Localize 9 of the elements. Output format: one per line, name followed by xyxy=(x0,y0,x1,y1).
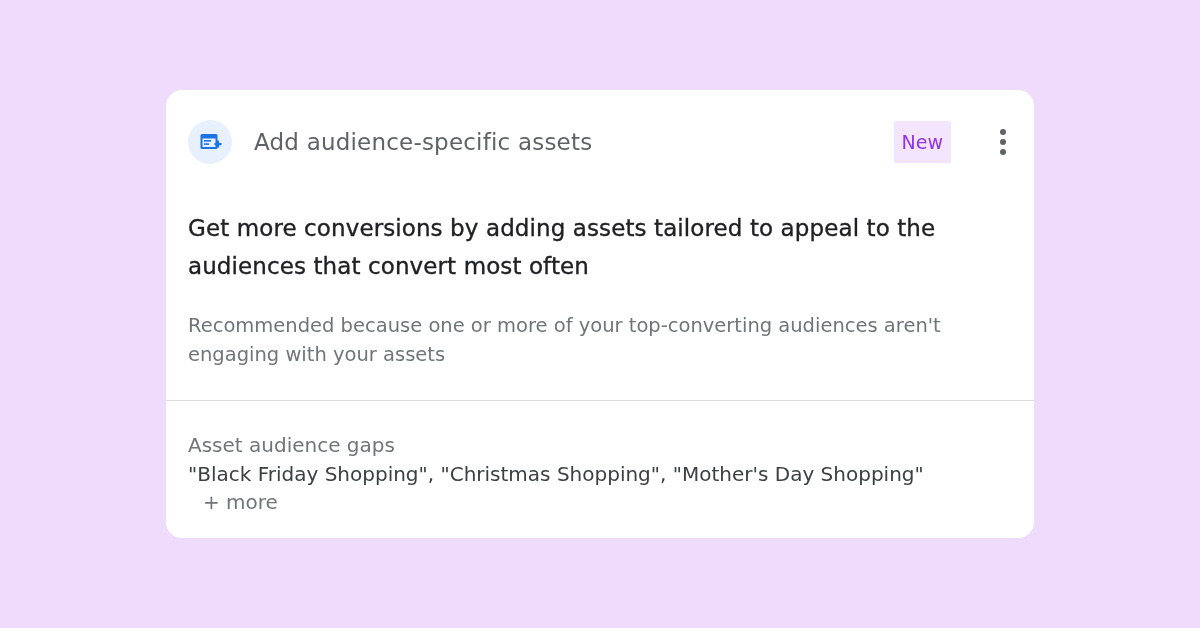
add-asset-icon xyxy=(188,120,232,164)
new-badge: New xyxy=(893,121,951,163)
more-vert-icon xyxy=(1000,129,1006,155)
card-title: Add audience-specific assets xyxy=(254,129,594,155)
details-label: Asset audience gaps xyxy=(188,432,396,459)
more-link[interactable]: + more xyxy=(203,490,278,514)
recommendation-headline: Get more conversions by adding assets tailored to appeal to the audiences that convert most often xyxy=(188,214,937,281)
recommendation-reason: Recommended because one or more of your top-converting audiences aren't engaging with your assets xyxy=(188,313,942,368)
audience-list: "Black Friday Shopping", "Christmas Shopping", "Mother's Day Shopping" xyxy=(188,460,1012,489)
